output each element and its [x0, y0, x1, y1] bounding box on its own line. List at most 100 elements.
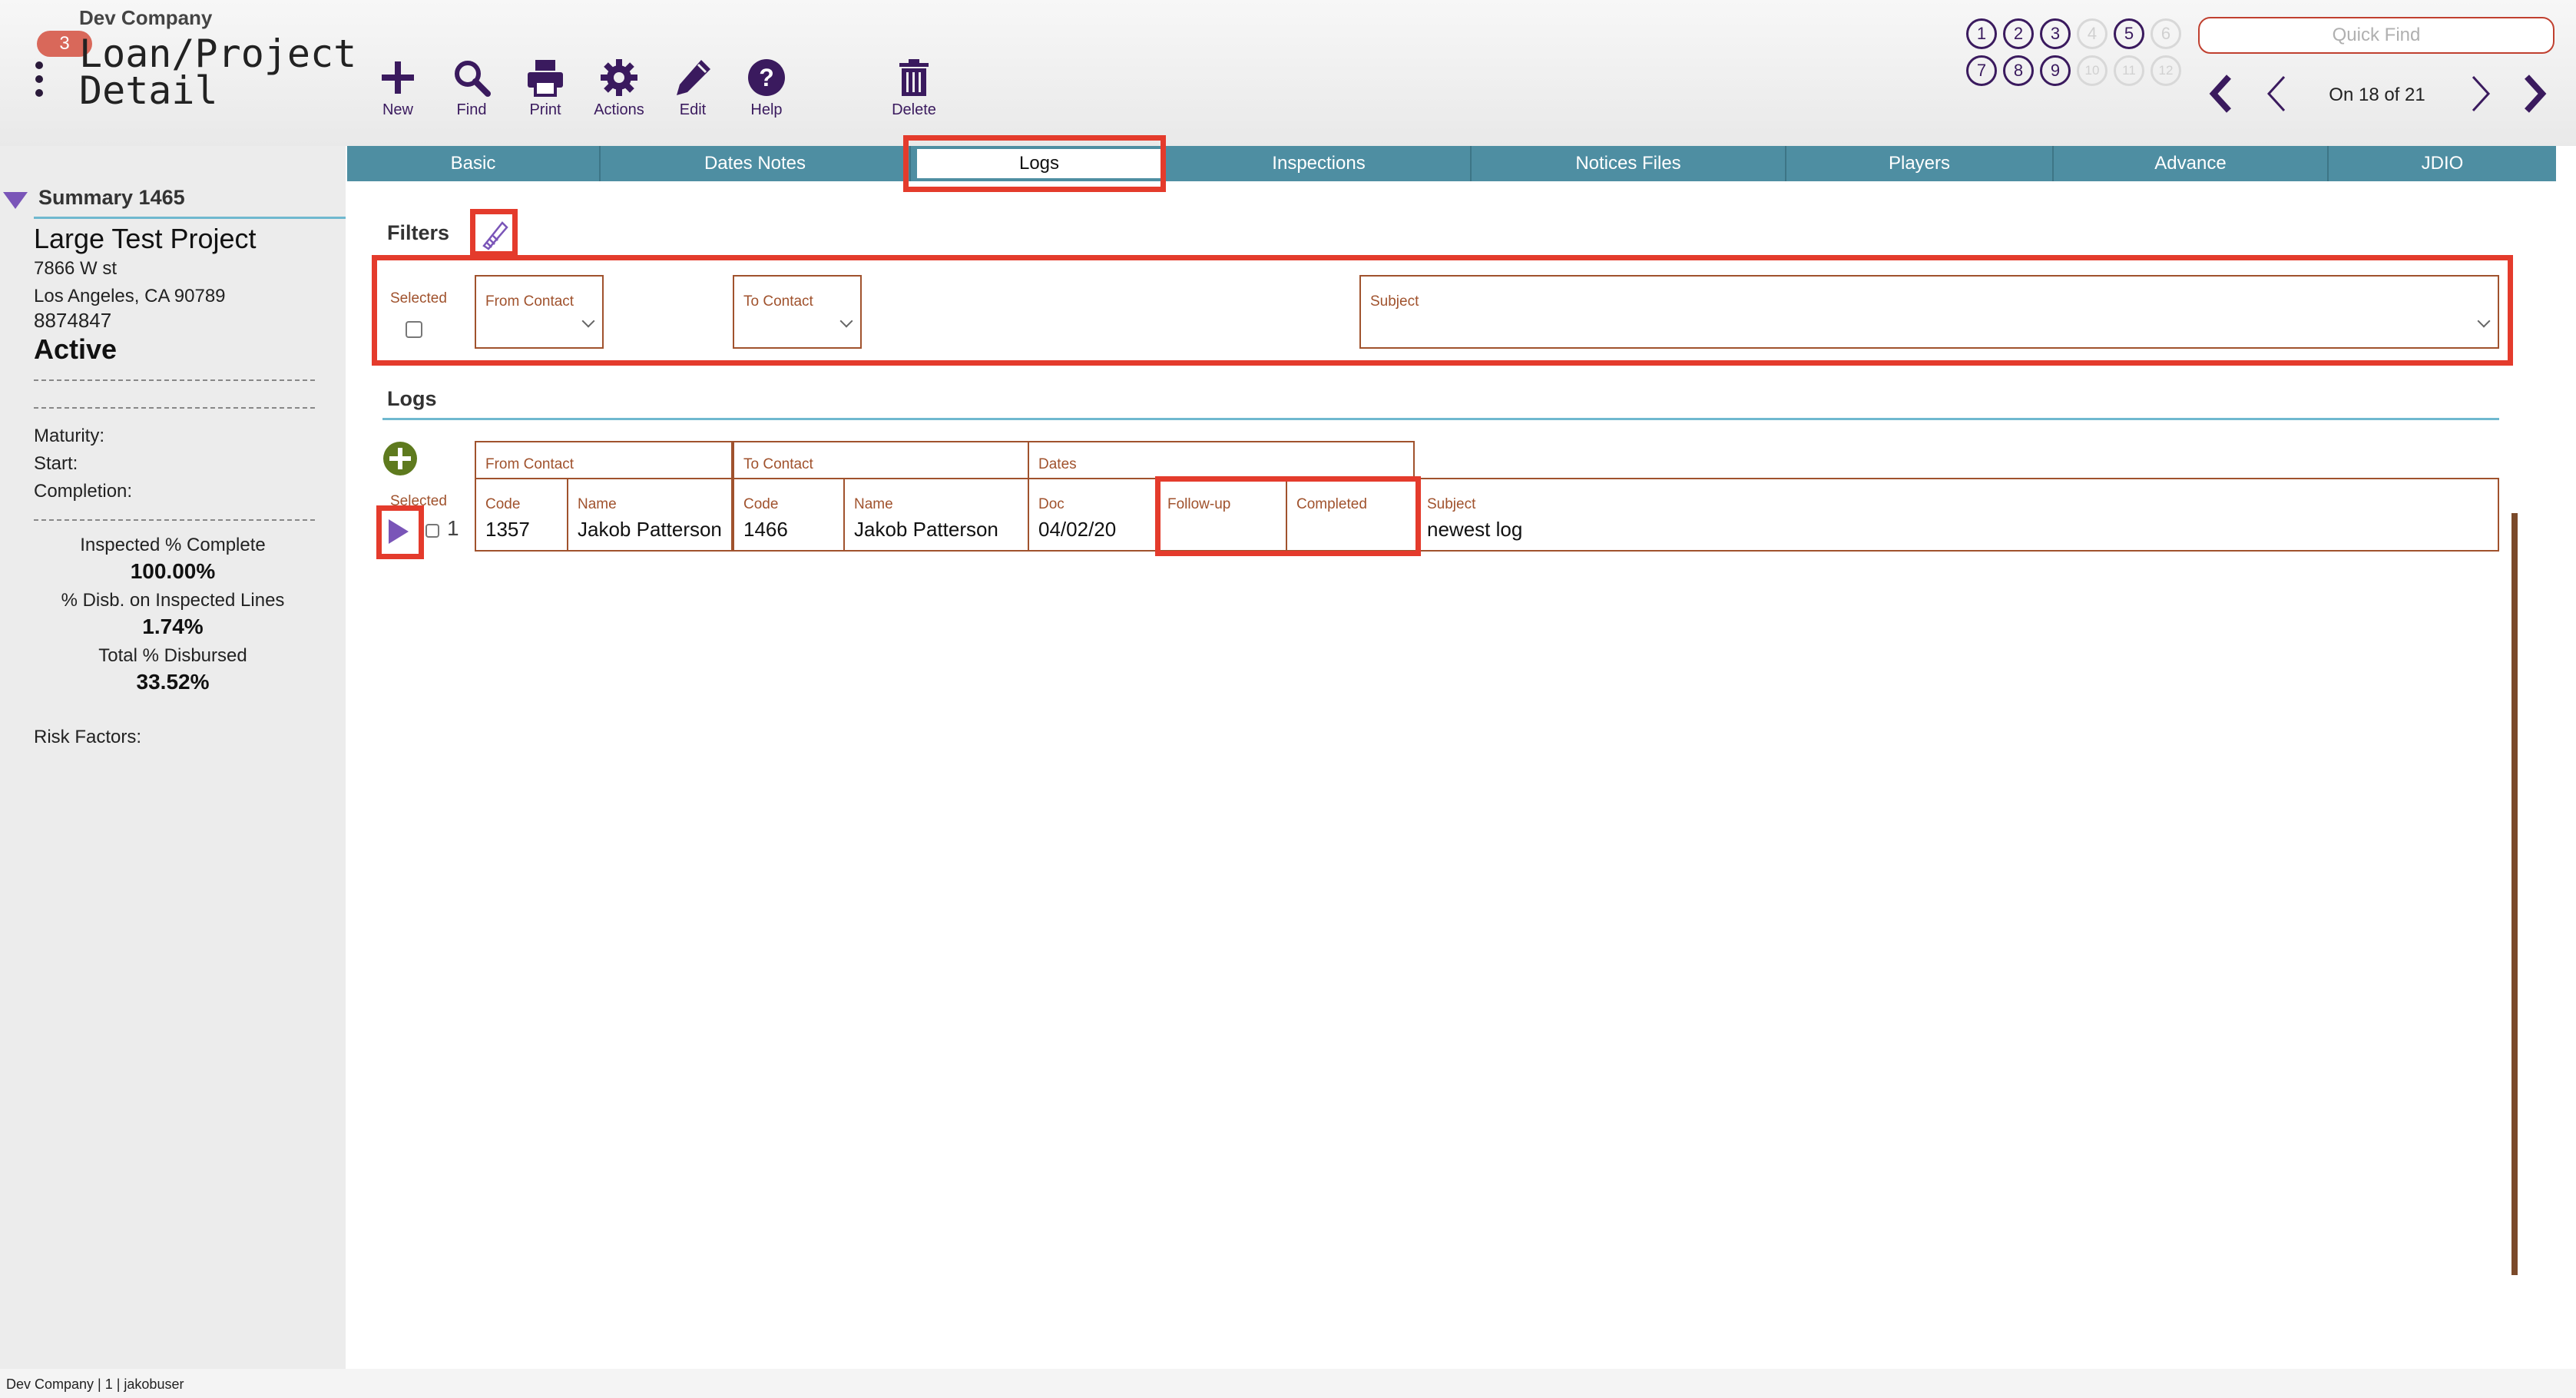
window-circle-2[interactable]: 2: [2003, 18, 2034, 49]
tab-players[interactable]: Players: [1786, 146, 2054, 181]
new-button[interactable]: New: [361, 57, 435, 119]
find-button[interactable]: Find: [435, 57, 508, 119]
pencil-icon: [677, 60, 710, 95]
logs-title: Logs: [387, 387, 437, 410]
from-contact-filter-label: From Contact: [485, 293, 574, 310]
completed-label: Completed: [1296, 496, 1367, 512]
followup-label: Follow-up: [1167, 496, 1231, 512]
chevron-down-icon: [2477, 314, 2491, 328]
maturity-label: Maturity:: [34, 426, 105, 446]
to-contact-group: To Contact: [733, 441, 1029, 479]
divider: [34, 519, 315, 521]
to-code-cell[interactable]: Code 1466: [733, 478, 845, 552]
from-name-cell[interactable]: Name Jakob Patterson: [567, 478, 733, 552]
tab-dates-notes[interactable]: Dates Notes: [601, 146, 911, 181]
window-circle-1[interactable]: 1: [1966, 18, 1997, 49]
disb-value: 1.74%: [142, 615, 204, 638]
summary-sidebar: Summary 1465 Large Test Project 7866 W s…: [0, 146, 346, 1369]
window-circle-9[interactable]: 9: [2040, 55, 2071, 86]
divider: [34, 407, 315, 409]
window-circle-3[interactable]: 3: [2040, 18, 2071, 49]
subject-filter[interactable]: Subject: [1359, 275, 2499, 349]
inspected-value: 100.00%: [130, 559, 216, 583]
window-circle-5[interactable]: 5: [2114, 18, 2144, 49]
subject-filter-label: Subject: [1370, 293, 1419, 310]
subject-value: newest log: [1427, 518, 1523, 541]
from-code-cell[interactable]: Code 1357: [475, 478, 568, 552]
tab-bar: Basic Dates Notes Logs Inspections Notic…: [347, 146, 2556, 181]
filter-selected-checkbox[interactable]: [406, 321, 422, 338]
collapse-triangle-icon[interactable]: [3, 192, 28, 209]
logs-divider: [382, 418, 2499, 420]
quick-find-input[interactable]: Quick Find: [2198, 17, 2554, 54]
dates-group: Dates: [1028, 441, 1415, 479]
previous-record-icon[interactable]: [2261, 71, 2292, 117]
completed-date-cell[interactable]: Completed: [1286, 478, 1418, 552]
to-code-value: 1466: [743, 518, 788, 541]
edit-button[interactable]: Edit: [656, 57, 730, 119]
kebab-menu-icon[interactable]: [35, 61, 46, 103]
from-contact-filter[interactable]: From Contact: [475, 275, 604, 349]
first-record-icon[interactable]: [2206, 71, 2237, 117]
start-label: Start:: [34, 453, 78, 474]
doc-date-label: Doc: [1038, 496, 1065, 512]
clear-filter-icon[interactable]: [476, 217, 512, 252]
address-line-1: 7866 W st: [34, 258, 118, 279]
vertical-scrollbar[interactable]: [2511, 513, 2518, 1275]
tab-jdio[interactable]: JDIO: [2329, 146, 2556, 181]
divider: [34, 379, 315, 381]
actions-button[interactable]: Actions: [582, 57, 656, 119]
tab-notices-files[interactable]: Notices Files: [1472, 146, 1786, 181]
chevron-down-icon: [581, 314, 595, 328]
find-label: Find: [456, 101, 487, 118]
help-button[interactable]: ? Help: [730, 57, 803, 119]
to-name-cell[interactable]: Name Jakob Patterson: [843, 478, 1029, 552]
add-log-icon[interactable]: [382, 441, 418, 476]
tab-advance[interactable]: Advance: [2054, 146, 2329, 181]
delete-button[interactable]: Delete: [877, 57, 951, 119]
row-selected-label: Selected: [390, 493, 447, 509]
print-label: Print: [529, 101, 561, 118]
window-circle-4: 4: [2077, 18, 2107, 49]
tab-inspections[interactable]: Inspections: [1167, 146, 1472, 181]
status-bar-text: Dev Company | 1 | jakobuser: [6, 1376, 184, 1392]
actions-label: Actions: [594, 101, 644, 118]
dates-group-label: Dates: [1038, 456, 1077, 472]
help-label: Help: [750, 101, 783, 118]
subject-cell[interactable]: Subject newest log: [1416, 478, 2499, 552]
edit-label: Edit: [679, 101, 707, 118]
address-line-2: Los Angeles, CA 90789: [34, 286, 226, 306]
next-record-icon[interactable]: [2465, 71, 2496, 117]
help-icon: ?: [748, 59, 785, 96]
doc-date-value: 04/02/20: [1038, 518, 1117, 541]
disb-label: % Disb. on Inspected Lines: [61, 590, 285, 611]
to-contact-filter[interactable]: To Contact: [733, 275, 862, 349]
inspected-label: Inspected % Complete: [80, 535, 266, 555]
trash-icon: [899, 59, 929, 96]
summary-header[interactable]: Summary 1465: [3, 184, 349, 212]
doc-date-cell[interactable]: Doc 04/02/20: [1028, 478, 1158, 552]
plus-icon: [382, 61, 414, 94]
total-label: Total % Disbursed: [98, 645, 247, 666]
tab-basic[interactable]: Basic: [347, 146, 601, 181]
open-record-icon[interactable]: [386, 516, 412, 547]
project-phone: 8874847: [34, 309, 112, 332]
total-value: 33.52%: [136, 670, 210, 694]
print-button[interactable]: Print: [508, 57, 582, 119]
from-contact-group-label: From Contact: [485, 456, 574, 472]
company-name: Dev Company: [79, 6, 213, 29]
tab-logs[interactable]: Logs: [917, 149, 1161, 178]
to-contact-group-label: To Contact: [743, 456, 813, 472]
record-position: On 18 of 21: [2329, 84, 2425, 105]
last-record-icon[interactable]: [2519, 71, 2550, 117]
row-select-checkbox[interactable]: [425, 524, 439, 538]
to-name-label: Name: [854, 496, 893, 512]
window-circle-8[interactable]: 8: [2003, 55, 2034, 86]
from-contact-group: From Contact: [475, 441, 733, 479]
to-contact-filter-label: To Contact: [743, 293, 813, 310]
window-circle-7[interactable]: 7: [1966, 55, 1997, 86]
filter-selected-label: Selected: [390, 290, 447, 306]
followup-date-cell[interactable]: Follow-up: [1157, 478, 1287, 552]
gear-icon: [601, 59, 637, 96]
risk-factors-label: Risk Factors:: [34, 727, 142, 747]
